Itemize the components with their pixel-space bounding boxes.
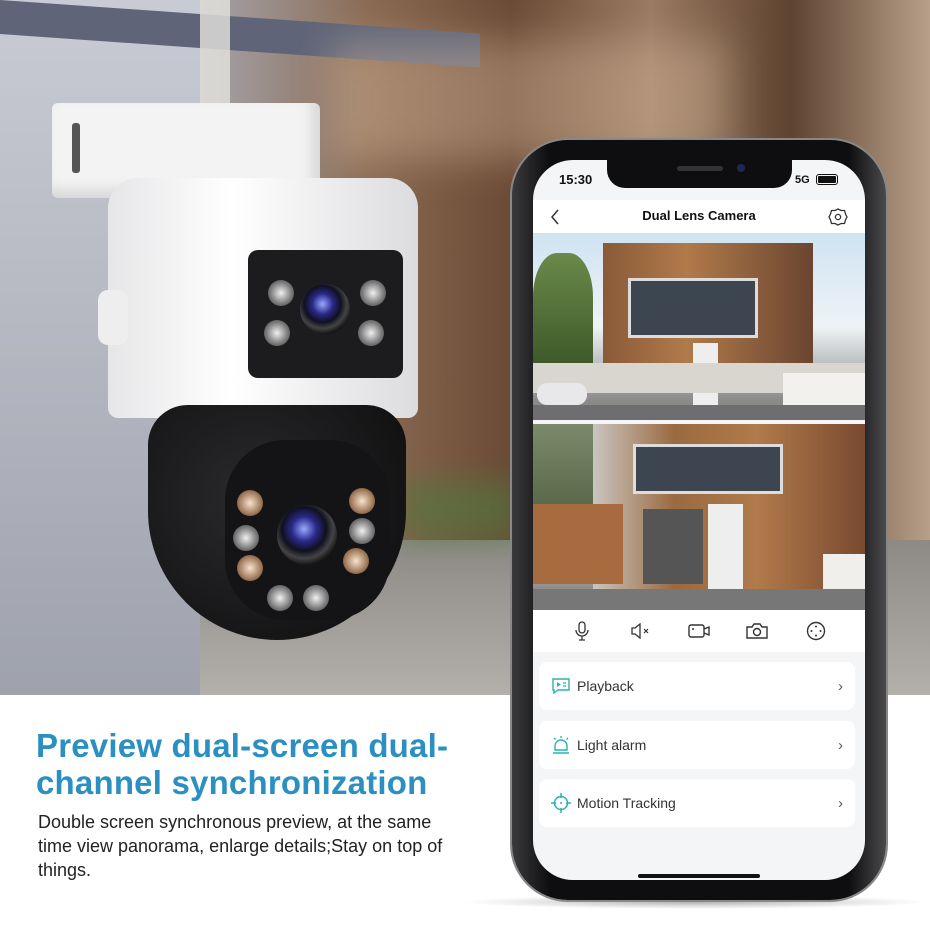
app-header: Dual Lens Camera: [533, 200, 865, 233]
gear-icon[interactable]: [828, 207, 848, 227]
ptz-control-icon[interactable]: [805, 620, 827, 642]
menu-item-light-alarm[interactable]: Light alarm ›: [539, 721, 855, 769]
menu-label: Light alarm: [577, 737, 647, 753]
microphone-icon[interactable]: [571, 620, 593, 642]
notch: [607, 160, 792, 188]
chevron-right-icon: ›: [838, 677, 843, 695]
phone-screen: 15:30 5G Dual Lens Camera Playback › Lig…: [533, 160, 865, 880]
menu-label: Motion Tracking: [577, 795, 676, 811]
home-indicator[interactable]: [638, 874, 760, 878]
headline-line-1: Preview dual-screen dual-: [36, 727, 449, 764]
video-feed-wide[interactable]: [533, 233, 865, 420]
headline-line-2: channel synchronization: [36, 764, 428, 801]
video-feed-zoom[interactable]: [533, 424, 865, 610]
menu-label: Playback: [577, 678, 634, 694]
status-time: 15:30: [559, 172, 593, 187]
record-video-icon[interactable]: [688, 620, 710, 642]
menu-item-playback[interactable]: Playback ›: [539, 662, 855, 710]
mute-icon[interactable]: [630, 620, 652, 642]
chevron-right-icon: ›: [838, 794, 843, 812]
crosshair-icon: [551, 793, 571, 813]
page-title: Dual Lens Camera: [642, 208, 756, 223]
camera-snapshot-icon[interactable]: [746, 620, 769, 642]
status-network: 5G: [795, 174, 810, 186]
menu-item-motion-tracking[interactable]: Motion Tracking ›: [539, 779, 855, 827]
control-toolbar: [533, 610, 865, 652]
playback-icon: [552, 678, 570, 695]
headline: Preview dual-screen dual- channel synchr…: [36, 727, 448, 801]
alarm-light-icon: [553, 736, 569, 754]
battery-icon: [816, 174, 838, 185]
description: Double screen synchronous preview, at th…: [38, 812, 443, 880]
chevron-right-icon: ›: [838, 736, 843, 754]
